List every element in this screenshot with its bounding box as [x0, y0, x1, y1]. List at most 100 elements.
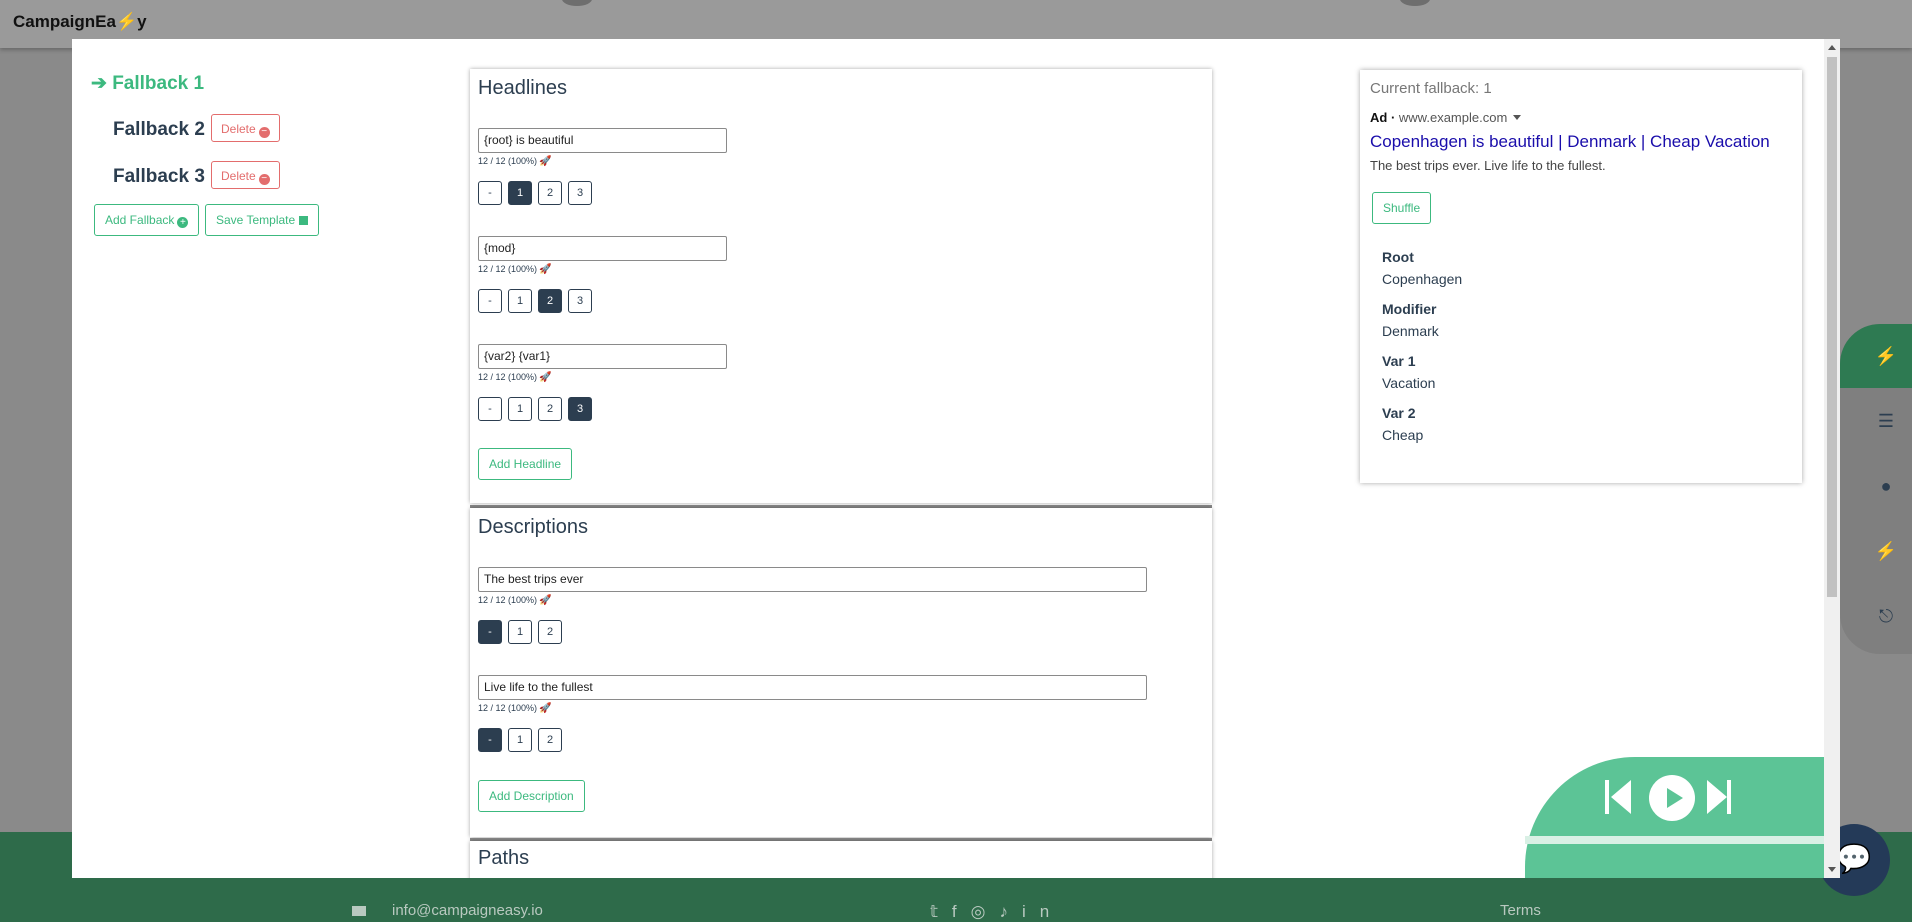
- ad-tag: Ad ·: [1370, 110, 1396, 125]
- rocket-icon: 🚀: [539, 372, 552, 383]
- user-icon[interactable]: ●: [1866, 466, 1906, 506]
- headline-input-1[interactable]: {root} is beautiful: [478, 128, 727, 153]
- value-val: Denmark: [1382, 323, 1439, 339]
- rocket-icon: 🚀: [539, 595, 552, 606]
- scroll-up-arrow-icon[interactable]: [1828, 45, 1836, 50]
- position-button[interactable]: -: [478, 181, 502, 205]
- linkedin-icon[interactable]: in: [1022, 902, 1063, 921]
- headlines-panel: Headlines {root} is beautiful 12 / 12 (1…: [470, 69, 1212, 503]
- position-button[interactable]: 1: [508, 289, 532, 313]
- value-key: Var 2: [1382, 405, 1416, 421]
- position-button[interactable]: 2: [538, 620, 562, 644]
- position-button[interactable]: 3: [568, 181, 592, 205]
- char-counter: 12 / 12 (100%) 🚀: [478, 156, 552, 167]
- shuffle-button[interactable]: Shuffle: [1372, 192, 1432, 224]
- arrow-right-icon: ➔: [91, 73, 113, 94]
- add-fallback-button[interactable]: Add Fallback +: [94, 204, 200, 236]
- delete-fallback-3-button[interactable]: Delete −: [211, 161, 280, 189]
- value-val: Cheap: [1382, 427, 1424, 443]
- list-icon[interactable]: ☰: [1866, 401, 1906, 441]
- preview-player: [1525, 757, 1840, 878]
- ad-preview-card: Current fallback: 1 Ad · www.example.com…: [1360, 70, 1802, 483]
- ad-title[interactable]: Copenhagen is beautiful | Denmark | Chea…: [1370, 132, 1770, 152]
- template-editor-modal: ➔ Fallback 1 Fallback 2 Delete − Fallback…: [72, 39, 1840, 878]
- paths-title: Paths: [478, 847, 530, 869]
- nav-decoration: [562, 0, 592, 6]
- position-button[interactable]: 2: [538, 728, 562, 752]
- position-button-selected[interactable]: -: [478, 620, 502, 644]
- position-button[interactable]: 1: [508, 397, 532, 421]
- position-button[interactable]: -: [478, 289, 502, 313]
- position-button-selected[interactable]: 2: [538, 289, 562, 313]
- skip-back-bar: [1605, 780, 1609, 814]
- value-val: Vacation: [1382, 375, 1436, 391]
- position-button-selected[interactable]: 1: [508, 181, 532, 205]
- bolt-icon[interactable]: ⚡: [1866, 336, 1906, 376]
- add-description-button[interactable]: Add Description: [478, 780, 585, 812]
- descriptions-panel: Descriptions The best trips ever 12 / 12…: [470, 508, 1212, 837]
- descriptions-title: Descriptions: [478, 516, 589, 538]
- fallback-item-2[interactable]: Fallback 2: [113, 119, 205, 141]
- position-button[interactable]: 1: [508, 728, 532, 752]
- add-headline-button[interactable]: Add Headline: [478, 448, 573, 480]
- value-key: Modifier: [1382, 301, 1437, 317]
- bolt-icon: ⚡: [115, 12, 138, 31]
- twitter-icon[interactable]: 𝕥: [930, 902, 952, 921]
- headline-input-3[interactable]: {var2} {var1}: [478, 344, 727, 369]
- footer-terms-link[interactable]: Terms: [1500, 902, 1541, 919]
- skip-forward-icon[interactable]: [1707, 780, 1727, 814]
- position-button-selected[interactable]: -: [478, 728, 502, 752]
- nav-decoration: [1400, 0, 1430, 6]
- rocket-icon: 🚀: [539, 156, 552, 167]
- position-button[interactable]: 3: [568, 289, 592, 313]
- char-counter: 12 / 12 (100%) 🚀: [478, 595, 552, 606]
- instagram-icon[interactable]: ◎: [971, 902, 1000, 921]
- position-button[interactable]: -: [478, 397, 502, 421]
- rocket-icon: 🚀: [539, 703, 552, 714]
- ad-url-line: Ad · www.example.com: [1370, 110, 1522, 125]
- position-button[interactable]: 2: [538, 397, 562, 421]
- minus-circle-icon: −: [258, 174, 270, 185]
- footer-email-link[interactable]: info@campaigneasy.io: [392, 902, 543, 919]
- fallback-item-3[interactable]: Fallback 3: [113, 166, 205, 188]
- bolts-icon[interactable]: ⚡: [1866, 531, 1906, 571]
- paths-panel: Paths: [470, 841, 1212, 878]
- position-button-selected[interactable]: 3: [568, 397, 592, 421]
- ad-url: www.example.com: [1398, 110, 1508, 125]
- headline-input-2[interactable]: {mod}: [478, 236, 727, 261]
- delete-fallback-2-button[interactable]: Delete −: [211, 114, 280, 142]
- chevron-down-icon[interactable]: [1513, 115, 1522, 120]
- value-key: Root: [1382, 249, 1414, 265]
- description-input-1[interactable]: The best trips ever: [478, 567, 1147, 592]
- logout-icon[interactable]: ⎋: [1866, 596, 1906, 636]
- char-counter: 12 / 12 (100%) 🚀: [478, 703, 552, 714]
- facebook-icon[interactable]: f: [952, 902, 971, 921]
- skip-back-icon[interactable]: [1611, 780, 1631, 814]
- tiktok-icon[interactable]: ♪: [1000, 902, 1023, 921]
- mail-icon: [352, 906, 366, 916]
- skip-forward-bar: [1727, 780, 1731, 814]
- brand-logo[interactable]: CampaignEa⚡y: [13, 12, 147, 32]
- ad-description: The best trips ever. Live life to the fu…: [1370, 158, 1606, 173]
- fallback-item-1[interactable]: ➔ Fallback 1: [91, 72, 204, 95]
- position-button[interactable]: 1: [508, 620, 532, 644]
- value-key: Var 1: [1382, 353, 1416, 369]
- position-button[interactable]: 2: [538, 181, 562, 205]
- save-template-button[interactable]: Save Template: [205, 204, 320, 236]
- char-counter: 12 / 12 (100%) 🚀: [478, 372, 552, 383]
- rocket-icon: 🚀: [539, 264, 552, 275]
- side-rail: ⚡ ☰ ● ⚡ ⎋: [1840, 324, 1912, 654]
- value-val: Copenhagen: [1382, 271, 1463, 287]
- scroll-down-arrow-icon[interactable]: [1828, 867, 1836, 872]
- scrollbar-thumb[interactable]: [1827, 57, 1837, 597]
- char-counter: 12 / 12 (100%) 🚀: [478, 264, 552, 275]
- save-icon: [299, 216, 309, 225]
- description-input-2[interactable]: Live life to the fullest: [478, 675, 1147, 700]
- modal-scrollbar[interactable]: [1824, 39, 1840, 878]
- headlines-title: Headlines: [478, 77, 567, 99]
- plus-circle-icon: +: [177, 217, 189, 228]
- player-progress-track[interactable]: [1525, 836, 1840, 844]
- current-fallback-label: Current fallback: 1: [1370, 80, 1492, 97]
- social-icons: 𝕥f◎♪in: [930, 902, 1063, 922]
- play-icon[interactable]: [1649, 775, 1695, 821]
